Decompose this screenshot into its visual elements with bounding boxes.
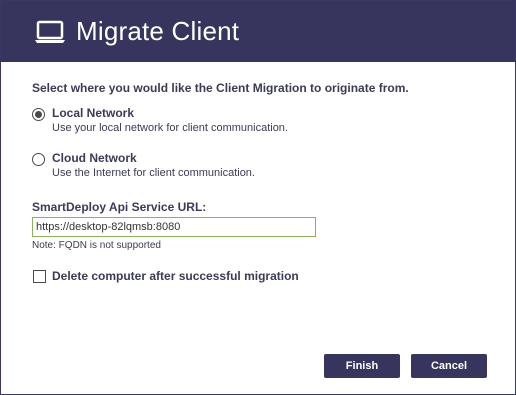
local-network-label: Local Network bbox=[52, 106, 135, 120]
migrate-client-dialog: Migrate Client Select where you would li… bbox=[0, 0, 516, 395]
delete-computer-checkbox[interactable] bbox=[33, 270, 46, 283]
origin-prompt: Select where you would like the Client M… bbox=[32, 81, 409, 95]
cloud-network-label: Cloud Network bbox=[52, 151, 137, 165]
cloud-network-radio[interactable] bbox=[32, 153, 45, 166]
delete-computer-label: Delete computer after successful migrati… bbox=[52, 269, 299, 283]
local-network-radio[interactable] bbox=[32, 108, 45, 121]
api-url-input[interactable] bbox=[32, 217, 316, 237]
dialog-header: Migrate Client bbox=[1, 1, 515, 62]
laptop-icon bbox=[34, 20, 66, 44]
dialog-title: Migrate Client bbox=[76, 16, 240, 46]
cloud-network-description: Use the Internet for client communicatio… bbox=[52, 167, 255, 179]
finish-button[interactable]: Finish bbox=[324, 354, 400, 378]
local-network-description: Use your local network for client commun… bbox=[52, 122, 288, 134]
fqdn-note: Note: FQDN is not supported bbox=[32, 240, 161, 251]
cancel-button[interactable]: Cancel bbox=[411, 354, 487, 378]
api-url-label: SmartDeploy Api Service URL: bbox=[32, 200, 207, 214]
